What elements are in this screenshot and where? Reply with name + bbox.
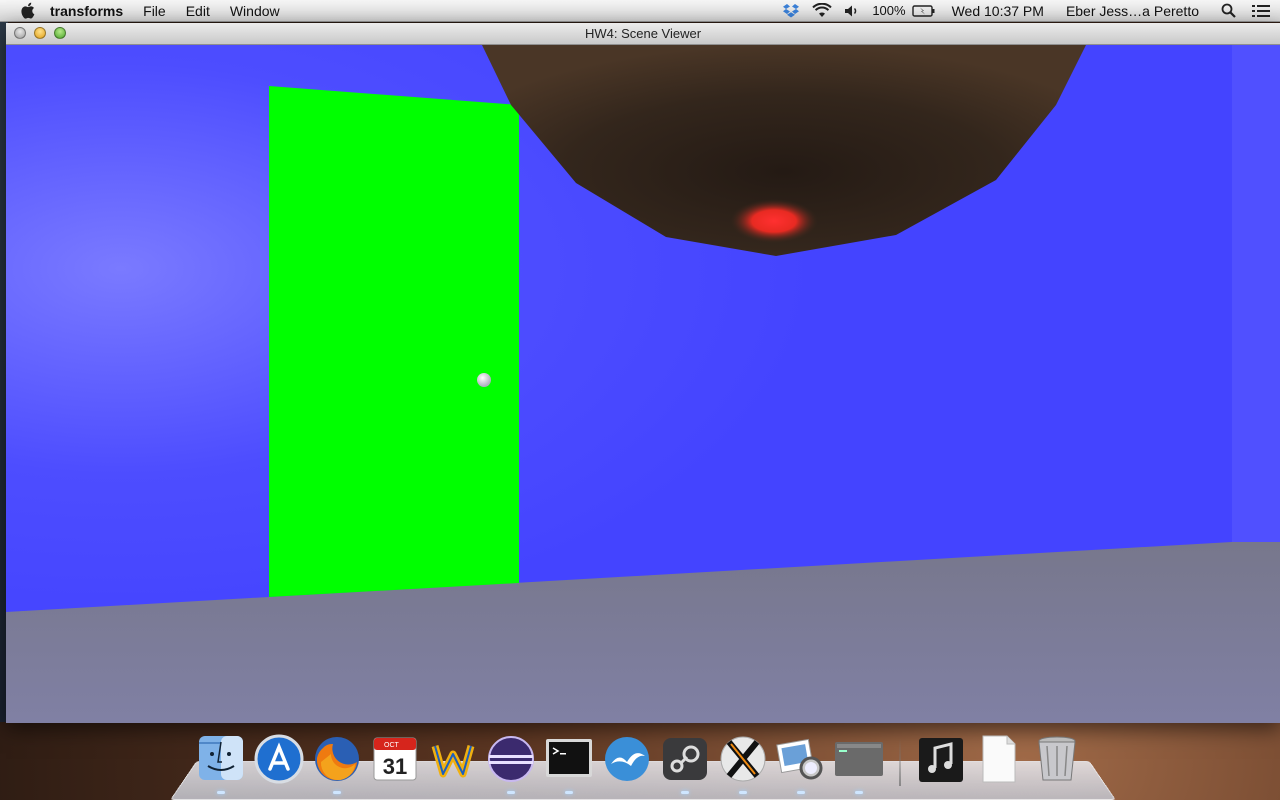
door-knob [477, 373, 491, 387]
window-zoom-button[interactable] [54, 27, 66, 39]
dock: OCT 31 [195, 730, 1089, 794]
preview-running-indicator [797, 791, 805, 794]
spotlight-search-icon[interactable] [1211, 0, 1246, 22]
x11-running-indicator [739, 791, 747, 794]
right-wall [1232, 45, 1280, 545]
wunderlist-icon [431, 745, 475, 778]
finder-icon [199, 736, 243, 780]
firefox-icon [315, 737, 359, 781]
calendar-icon: OCT 31 [373, 737, 417, 781]
dock-preview[interactable] [775, 732, 827, 794]
volume-icon[interactable] [838, 0, 866, 22]
wifi-icon[interactable] [806, 0, 838, 22]
dock-app-store[interactable] [253, 732, 305, 786]
dock-separator [899, 738, 901, 786]
battery-percent[interactable]: 100% [866, 0, 911, 22]
eclipse-running-indicator [507, 791, 515, 794]
menu-edit[interactable]: Edit [176, 0, 220, 22]
gl-viewport[interactable] [6, 45, 1280, 723]
eclipse-icon [488, 736, 534, 782]
dock-steam[interactable] [659, 732, 711, 794]
apple-menu-icon[interactable] [20, 2, 36, 20]
dock-trash[interactable] [1031, 732, 1083, 786]
dock-firefox[interactable] [311, 732, 363, 794]
notification-list-icon[interactable] [1246, 0, 1280, 22]
dropbox-icon[interactable] [776, 0, 806, 22]
steam-running-indicator [681, 791, 689, 794]
console-window-icon [835, 742, 883, 776]
battery-icon[interactable] [911, 0, 942, 22]
red-light-spot [730, 199, 818, 243]
trash-icon [1038, 736, 1076, 781]
dock-finder[interactable] [195, 732, 247, 794]
green-door [269, 86, 519, 597]
menu-file[interactable]: File [133, 0, 176, 22]
openoffice-icon [605, 737, 649, 781]
menu-app-name[interactable]: transforms [44, 0, 133, 22]
dock-x11[interactable] [717, 732, 769, 794]
user-name[interactable]: Eber Jess…a Peretto [1054, 0, 1211, 22]
transforms-running-indicator [855, 791, 863, 794]
itunes-icon [919, 738, 963, 782]
window-minimize-button[interactable] [34, 27, 46, 39]
dock-itunes[interactable] [915, 732, 967, 786]
finder-running-indicator [217, 791, 225, 794]
firefox-running-indicator [333, 791, 341, 794]
menu-window[interactable]: Window [220, 0, 290, 22]
window-titlebar[interactable]: HW4: Scene Viewer [6, 23, 1280, 45]
clock[interactable]: Wed 10:37 PM [942, 0, 1054, 22]
calendar-day: 31 [383, 754, 407, 779]
window-close-button[interactable] [14, 27, 26, 39]
terminal-running-indicator [565, 791, 573, 794]
steam-icon [663, 738, 707, 780]
terminal-icon [546, 739, 592, 777]
dock-openoffice[interactable] [601, 732, 653, 786]
window-title: HW4: Scene Viewer [584, 26, 702, 41]
preview-icon [776, 738, 823, 780]
dock-transforms[interactable] [833, 732, 885, 794]
scene-viewer-window: HW4: Scene Viewer [6, 23, 1280, 723]
dock-wunderlist[interactable] [427, 732, 479, 786]
document-icon [982, 735, 1016, 783]
dock-eclipse[interactable] [485, 732, 537, 794]
scene-render [6, 45, 1280, 723]
dock-ical[interactable]: OCT 31 [369, 732, 421, 786]
dock-document[interactable] [973, 732, 1025, 786]
calendar-month: OCT [384, 742, 400, 749]
dock-terminal[interactable] [543, 732, 595, 794]
app-store-icon [254, 734, 304, 784]
menu-bar: transforms File Edit Window 100% Wed 10:… [0, 0, 1280, 22]
x11-icon [720, 736, 766, 782]
